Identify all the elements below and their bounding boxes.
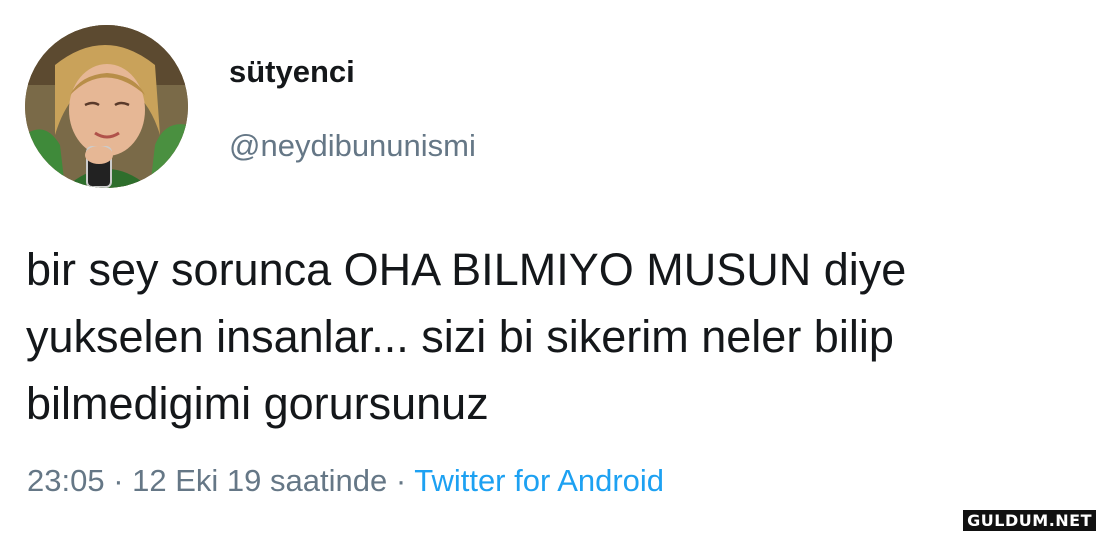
display-name[interactable]: sütyenci xyxy=(229,52,355,92)
watermark-logo: GULDUM.NET xyxy=(963,510,1096,531)
tweet-text-line: yukselen insanlar... sizi bi sikerim nel… xyxy=(26,311,894,362)
tweet-text: bir sey sorunca OHA BILMIYO MUSUN diye y… xyxy=(26,236,1098,437)
tweet-metadata: 23:05 · 12 Eki 19 saatinde · Twitter for… xyxy=(27,459,664,503)
meta-separator: · xyxy=(387,463,415,498)
user-handle[interactable]: @neydibununismi xyxy=(229,126,476,166)
tweet-card: sütyenci @neydibununismi bir sey sorunca… xyxy=(0,0,1102,535)
tweet-time[interactable]: 23:05 xyxy=(27,463,105,498)
tweet-text-line: bilmedigimi gorursunuz xyxy=(26,378,489,429)
avatar[interactable] xyxy=(25,25,188,188)
tweet-source-link[interactable]: Twitter for Android xyxy=(414,463,664,498)
tweet-text-line: bir sey sorunca OHA BILMIYO MUSUN diye xyxy=(26,244,907,295)
tweet-date[interactable]: 12 Eki 19 saatinde xyxy=(132,463,387,498)
profile-photo-icon xyxy=(25,25,188,188)
meta-separator: · xyxy=(104,463,133,498)
